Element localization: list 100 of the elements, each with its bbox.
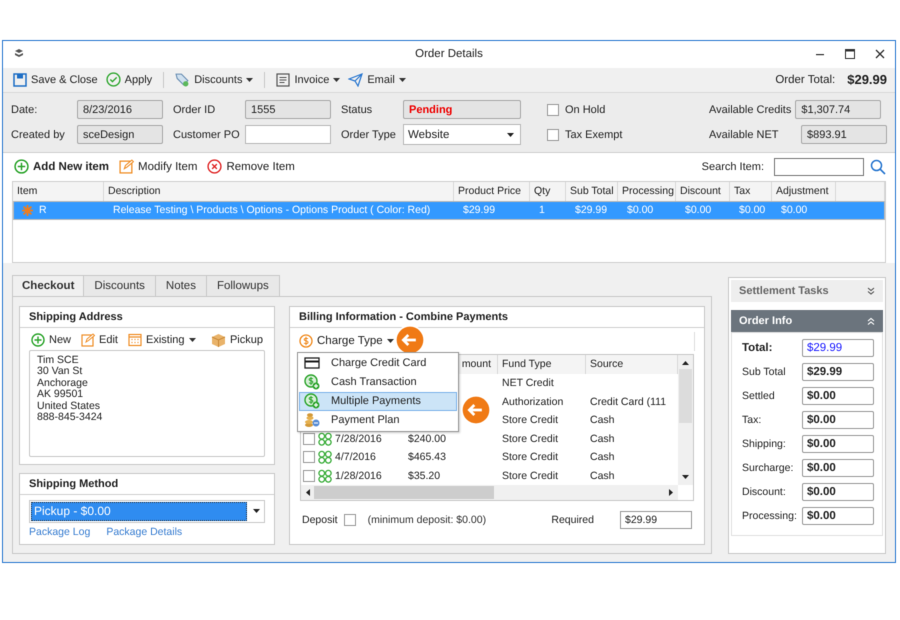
tab[interactable]: Discounts xyxy=(83,274,156,296)
search-label: Search Item: xyxy=(702,160,764,173)
close-icon[interactable] xyxy=(875,49,885,60)
order-type-select[interactable]: Website xyxy=(403,124,521,146)
deposit-label: Deposit xyxy=(302,514,338,526)
tag-icon xyxy=(175,72,190,88)
field-label: Available Credits xyxy=(709,104,792,116)
tab[interactable]: Followups xyxy=(206,274,280,296)
checkbox[interactable] xyxy=(303,451,315,464)
field-label: Discount: xyxy=(742,486,786,498)
box-icon xyxy=(210,332,226,347)
table-cell-text: Release Testing \ Products \ Options - Options Product ( Color: Red) xyxy=(112,204,432,216)
plus-circle-icon xyxy=(14,159,29,174)
checkbox[interactable] xyxy=(547,104,559,116)
available-credits-field: $1,307.74 xyxy=(795,100,882,120)
tab[interactable]: Checkout xyxy=(12,274,84,296)
deposit-note: (minimum deposit: $0.00) xyxy=(368,514,486,526)
order-total-value: $29.99 xyxy=(847,72,887,88)
address-action-button[interactable]: Existing xyxy=(126,332,198,347)
dollar-plus-icon xyxy=(304,374,320,390)
circles-icon xyxy=(318,468,333,483)
field-label: Created by xyxy=(11,128,66,141)
address-line: AK 99501 xyxy=(37,389,84,401)
chevron-down-icon xyxy=(867,286,875,295)
table-cell-text: $0.00 xyxy=(780,204,808,216)
status-field: Pending xyxy=(403,100,521,120)
field-label: Status xyxy=(341,104,374,116)
table-cell: Store Credit xyxy=(502,432,558,445)
field-label: Sub Total xyxy=(742,366,786,378)
order-total-label: Order Total: xyxy=(775,74,836,86)
address-action-button[interactable]: Edit xyxy=(79,332,120,347)
table-cell-text: $29.99 xyxy=(462,204,496,216)
amount-field: $0.00 xyxy=(802,482,874,501)
caret-icon xyxy=(253,509,260,514)
x-circle-icon xyxy=(207,159,222,174)
checkbox[interactable] xyxy=(547,128,559,141)
field-label: Surcharge: xyxy=(742,462,794,474)
scroll-down-icon[interactable] xyxy=(682,474,689,479)
link[interactable]: Package Log xyxy=(29,526,90,538)
pencil-icon xyxy=(81,332,96,347)
toolbar-button[interactable]: Email xyxy=(346,72,408,87)
table-cell: $35.20 xyxy=(408,470,440,482)
amount-field: $0.00 xyxy=(802,434,874,453)
checkbox[interactable] xyxy=(303,470,315,482)
menu-item[interactable]: Payment Plan xyxy=(299,410,457,430)
amount-field: $0.00 xyxy=(802,410,874,429)
order-id-field: 1555 xyxy=(245,100,331,120)
required-label: Required xyxy=(551,514,594,526)
address-box[interactable]: Tim SCE 30 Van St Anchorage AK 99501 United States 888-845-3424 xyxy=(29,350,265,457)
horizontal-scrollbar[interactable] xyxy=(301,484,678,500)
search-icon[interactable] xyxy=(870,158,886,175)
column-header[interactable]: Source xyxy=(586,354,678,374)
scroll-right-icon[interactable] xyxy=(669,488,673,496)
table-cell: NET Credit xyxy=(502,377,554,390)
field-label: Shipping: xyxy=(742,438,786,450)
menu-item[interactable]: Charge Credit Card xyxy=(299,354,457,373)
scroll-left-icon[interactable] xyxy=(306,488,310,496)
scroll-up-icon[interactable] xyxy=(682,360,689,365)
settlement-tasks-header[interactable]: Settlement Tasks xyxy=(731,280,883,302)
charge-type-button[interactable]: Charge Type xyxy=(297,334,396,348)
link[interactable]: Package Details xyxy=(106,526,182,538)
toolbar-button[interactable]: Invoice xyxy=(274,72,342,87)
maximize-icon[interactable] xyxy=(845,49,855,60)
item-action-button[interactable]: Remove Item xyxy=(205,159,297,174)
address-action-button[interactable]: Pickup xyxy=(208,332,265,347)
table-cell: R xyxy=(39,204,47,216)
checkbox[interactable] xyxy=(303,432,315,445)
customer-po-field[interactable] xyxy=(245,125,331,144)
amount-field: $0.00 xyxy=(802,458,874,477)
toolbar-button[interactable]: Apply xyxy=(104,72,154,88)
field-label: Date: xyxy=(11,104,38,116)
date-field: 8/23/2016 xyxy=(77,100,163,120)
table-cell: Authorization xyxy=(502,396,564,408)
toolbar-button[interactable]: Save & Close xyxy=(11,72,100,87)
amount-field: $0.00 xyxy=(802,386,874,405)
toolbar-button[interactable]: Discounts xyxy=(173,72,256,88)
checkbox-label: Tax Exempt xyxy=(565,128,622,141)
item-action-button[interactable]: Add New item xyxy=(12,159,112,174)
credit-card-icon xyxy=(304,357,320,370)
table-cell: Cash xyxy=(590,432,615,445)
address-line: Anchorage xyxy=(37,378,88,390)
table-cell: 4/7/2016 xyxy=(335,451,376,464)
amount-field: $29.99 xyxy=(802,338,874,357)
vertical-scrollbar[interactable] xyxy=(678,354,693,485)
menu-item[interactable]: Cash Transaction xyxy=(299,372,457,392)
address-action-button[interactable]: New xyxy=(29,332,74,347)
tab[interactable]: Notes xyxy=(154,274,207,296)
column-header[interactable]: Fund Type xyxy=(498,354,586,374)
order-info-header[interactable]: Order Info xyxy=(731,310,883,332)
panel-title: Billing Information - Combine Payments xyxy=(290,306,704,328)
table-cell: Credit Card (111 xyxy=(590,396,666,408)
field-label: Order Type xyxy=(341,128,397,141)
table-cell: Cash xyxy=(590,451,615,464)
amount-field: $0.00 xyxy=(802,506,874,525)
search-field[interactable] xyxy=(774,158,864,176)
checkbox[interactable] xyxy=(344,514,356,526)
item-action-button[interactable]: Modify Item xyxy=(117,159,200,174)
menu-item[interactable]: Multiple Payments xyxy=(299,392,457,411)
required-field[interactable]: $29.99 xyxy=(620,510,692,529)
created-by-field: sceDesign xyxy=(77,125,163,144)
